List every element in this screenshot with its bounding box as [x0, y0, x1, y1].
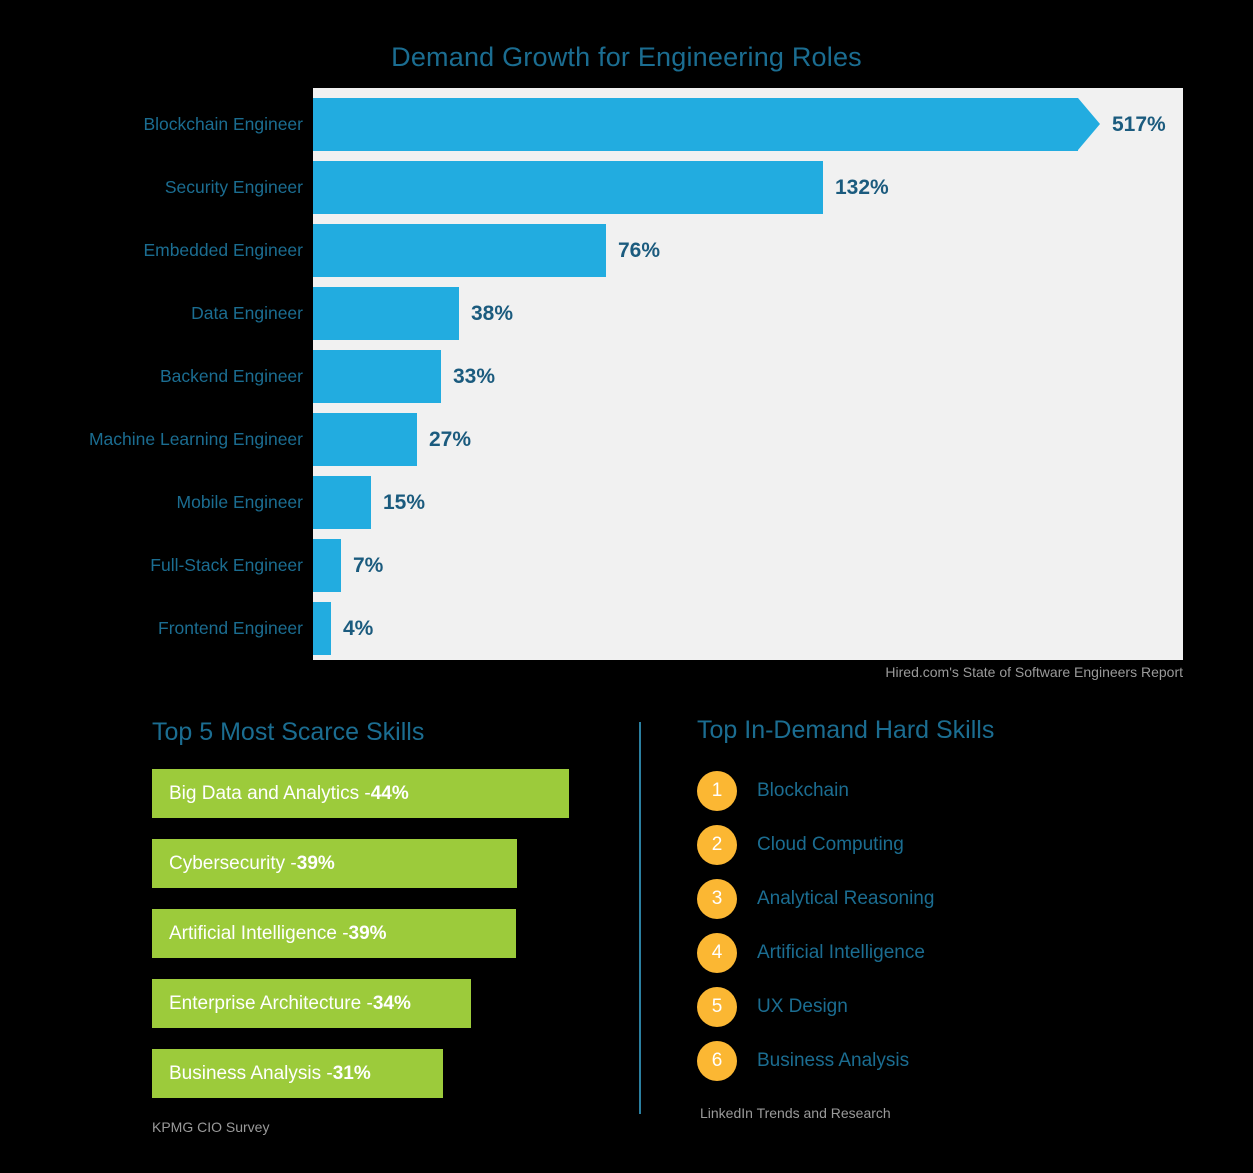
- bar-rows-container: 517% 132% 76% 38% 33% 27% 15% 7% 4%: [313, 88, 1253, 660]
- bar: [313, 413, 417, 466]
- scarce-skills-section: Top 5 Most Scarce Skills Big Data and An…: [152, 718, 622, 1135]
- hard-skill-label: Blockchain: [757, 780, 849, 801]
- chart-source-note: Hired.com's State of Software Engineers …: [885, 664, 1183, 680]
- bar-category-label: Blockchain Engineer: [143, 114, 303, 134]
- bar-value-label: 76%: [618, 238, 661, 262]
- hard-skills-source: LinkedIn Trends and Research: [700, 1105, 891, 1121]
- infographic-page: Demand Growth for Engineering Roles Bloc…: [0, 0, 1253, 1173]
- scarce-skill-percent: 44%: [370, 782, 409, 804]
- scarce-skill-name: Enterprise Architecture -: [169, 992, 373, 1014]
- hard-skills-list: 1 Blockchain 2 Cloud Computing 3 Analytical R…: [697, 769, 1177, 1083]
- bar-category-label: Machine Learning Engineer: [88, 429, 303, 449]
- hard-skill-rank-badge: 6: [697, 1041, 737, 1081]
- bar-category-label: Security Engineer: [164, 177, 303, 197]
- hard-skill-item: 2 Cloud Computing: [697, 823, 1177, 867]
- hard-skill-item: 5 UX Design: [697, 985, 1177, 1029]
- bar-category-label: Backend Engineer: [159, 366, 303, 386]
- hard-skill-label: Business Analysis: [757, 1050, 910, 1071]
- scarce-skill-bar: Cybersecurity - 39%: [152, 839, 517, 888]
- scarce-skill-bar: Big Data and Analytics - 44%: [152, 769, 569, 818]
- hard-skill-item: 1 Blockchain: [697, 769, 1177, 813]
- hard-skills-section: Top In-Demand Hard Skills 1 Blockchain 2 Cl…: [697, 716, 1177, 1121]
- hard-skill-item: 4 Artificial Intelligence: [697, 931, 1177, 975]
- hard-skill-rank-badge: 5: [697, 987, 737, 1027]
- scarce-skill-percent: 39%: [296, 852, 335, 874]
- bar: [313, 98, 1100, 151]
- scarce-skill-name: Artificial Intelligence -: [169, 922, 349, 944]
- bar-category-label: Embedded Engineer: [143, 240, 303, 260]
- hard-skills-title: Top In-Demand Hard Skills: [697, 716, 995, 744]
- bar-arrow-tip-icon: [1078, 98, 1100, 150]
- bar-value-label: 15%: [383, 490, 426, 514]
- scarce-skills-source: KPMG CIO Survey: [152, 1119, 270, 1135]
- bar-category-label: Full-Stack Engineer: [150, 555, 303, 575]
- scarce-skills-list: Big Data and Analytics - 44% Cybersecurit…: [152, 769, 622, 1098]
- scarce-skill-name: Big Data and Analytics -: [169, 782, 371, 804]
- bar: [313, 476, 371, 529]
- hard-skill-rank-badge: 3: [697, 879, 737, 919]
- bar-value-label: 517%: [1112, 112, 1166, 136]
- hard-skill-label: Analytical Reasoning: [757, 888, 935, 909]
- scarce-skill-bar: Artificial Intelligence - 39%: [152, 909, 516, 958]
- scarce-skill-name: Cybersecurity -: [169, 852, 297, 874]
- hard-skill-rank-badge: 2: [697, 825, 737, 865]
- bar-value-label: 132%: [835, 175, 889, 199]
- bar: [313, 350, 441, 403]
- hard-skill-item: 3 Analytical Reasoning: [697, 877, 1177, 921]
- hard-skill-label: UX Design: [757, 996, 848, 1017]
- section-divider: [639, 722, 641, 1114]
- chart-title: Demand Growth for Engineering Roles: [391, 42, 862, 72]
- category-label-column: Blockchain Engineer Security Engineer Embe…: [0, 88, 303, 660]
- scarce-skill-percent: 34%: [372, 992, 411, 1014]
- bar: [313, 161, 823, 214]
- bar: [313, 224, 606, 277]
- hard-skill-label: Artificial Intelligence: [757, 942, 925, 963]
- bar-value-label: 27%: [429, 427, 472, 451]
- bar-category-label: Frontend Engineer: [158, 618, 303, 638]
- scarce-skill-name: Business Analysis -: [169, 1062, 333, 1084]
- hard-skill-rank-badge: 1: [697, 771, 737, 811]
- hard-skill-label: Cloud Computing: [757, 834, 904, 855]
- bar: [313, 602, 331, 655]
- bar-category-label: Mobile Engineer: [176, 492, 303, 512]
- bar-body: [313, 98, 1078, 151]
- bar-value-label: 38%: [471, 301, 514, 325]
- scarce-skill-percent: 39%: [348, 922, 387, 944]
- bar-value-label: 7%: [353, 553, 384, 577]
- bar-category-label: Data Engineer: [191, 303, 303, 323]
- hard-skill-rank-badge: 4: [697, 933, 737, 973]
- hard-skill-item: 6 Business Analysis: [697, 1039, 1177, 1083]
- bar: [313, 287, 459, 340]
- scarce-skill-percent: 31%: [332, 1062, 371, 1084]
- scarce-skills-title: Top 5 Most Scarce Skills: [152, 718, 425, 746]
- scarce-skill-bar: Enterprise Architecture - 34%: [152, 979, 471, 1028]
- bar-value-label: 4%: [343, 616, 374, 640]
- bar-value-label: 33%: [453, 364, 496, 388]
- bar: [313, 539, 341, 592]
- scarce-skill-bar: Business Analysis - 31%: [152, 1049, 443, 1098]
